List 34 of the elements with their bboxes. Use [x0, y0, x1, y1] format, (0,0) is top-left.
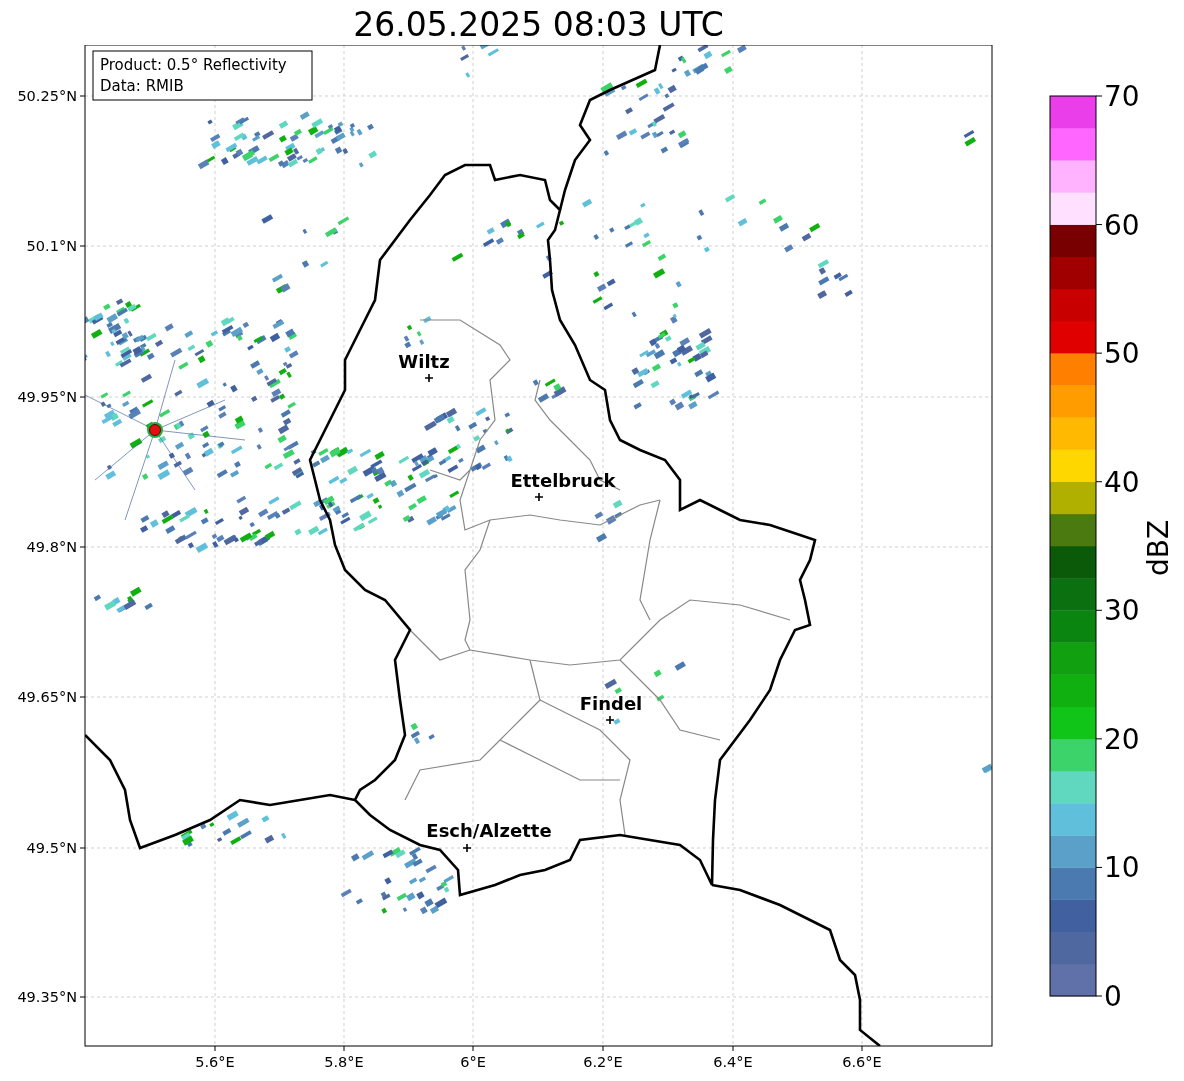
city-label: Esch/Alzette [426, 820, 552, 841]
colorbar-tick-label: 0 [1104, 980, 1122, 1013]
axis-tick-label: 49.65°N [17, 689, 77, 705]
colorbar-tick-label: 70 [1104, 80, 1140, 113]
axis-tick-label: 49.95°N [17, 389, 77, 405]
colorbar-tick-label: 40 [1104, 465, 1140, 499]
city-marker-icon [424, 373, 434, 383]
axis-tick-label: 5.8°E [324, 1054, 364, 1070]
axis-tick-label: 49.35°N [17, 989, 77, 1005]
colorbar-label: dBZ [1142, 519, 1175, 577]
chart-title: 26.05.2025 08:03 UTC [353, 5, 724, 45]
city-label: Ettelbruck [510, 470, 616, 491]
axis-tick-label: 6.2°E [583, 1054, 623, 1070]
city-label: Findel [579, 693, 643, 714]
city-marker-icon [462, 843, 472, 853]
info-text: Data: RMIB [100, 77, 184, 95]
axis-tick-label: 6.6°E [842, 1054, 882, 1070]
colorbar-tick-label: 50 [1104, 337, 1140, 371]
axis-tick-label: 6.4°E [713, 1054, 753, 1070]
city-marker-icon [605, 715, 615, 725]
axis-tick-label: 50.1°N [26, 238, 77, 254]
colorbar-tick-label: 60 [1104, 208, 1140, 242]
colorbar-tick-label: 30 [1104, 594, 1140, 628]
axis-tick-label: 6°E [460, 1054, 486, 1070]
colorbar-tick-label: 20 [1104, 722, 1140, 756]
axis-tick-label: 50.25°N [17, 88, 77, 104]
colorbar-tick-label: 10 [1104, 851, 1140, 885]
city-marker-icon [534, 492, 544, 502]
axis-tick-label: 49.8°N [26, 539, 77, 555]
city-label: Wiltz [398, 351, 450, 372]
radar-site-marker [147, 422, 163, 438]
info-text: Product: 0.5° Reflectivity [100, 56, 287, 74]
axis-tick-label: 5.6°E [195, 1054, 235, 1070]
axis-tick-label: 49.5°N [26, 840, 77, 856]
